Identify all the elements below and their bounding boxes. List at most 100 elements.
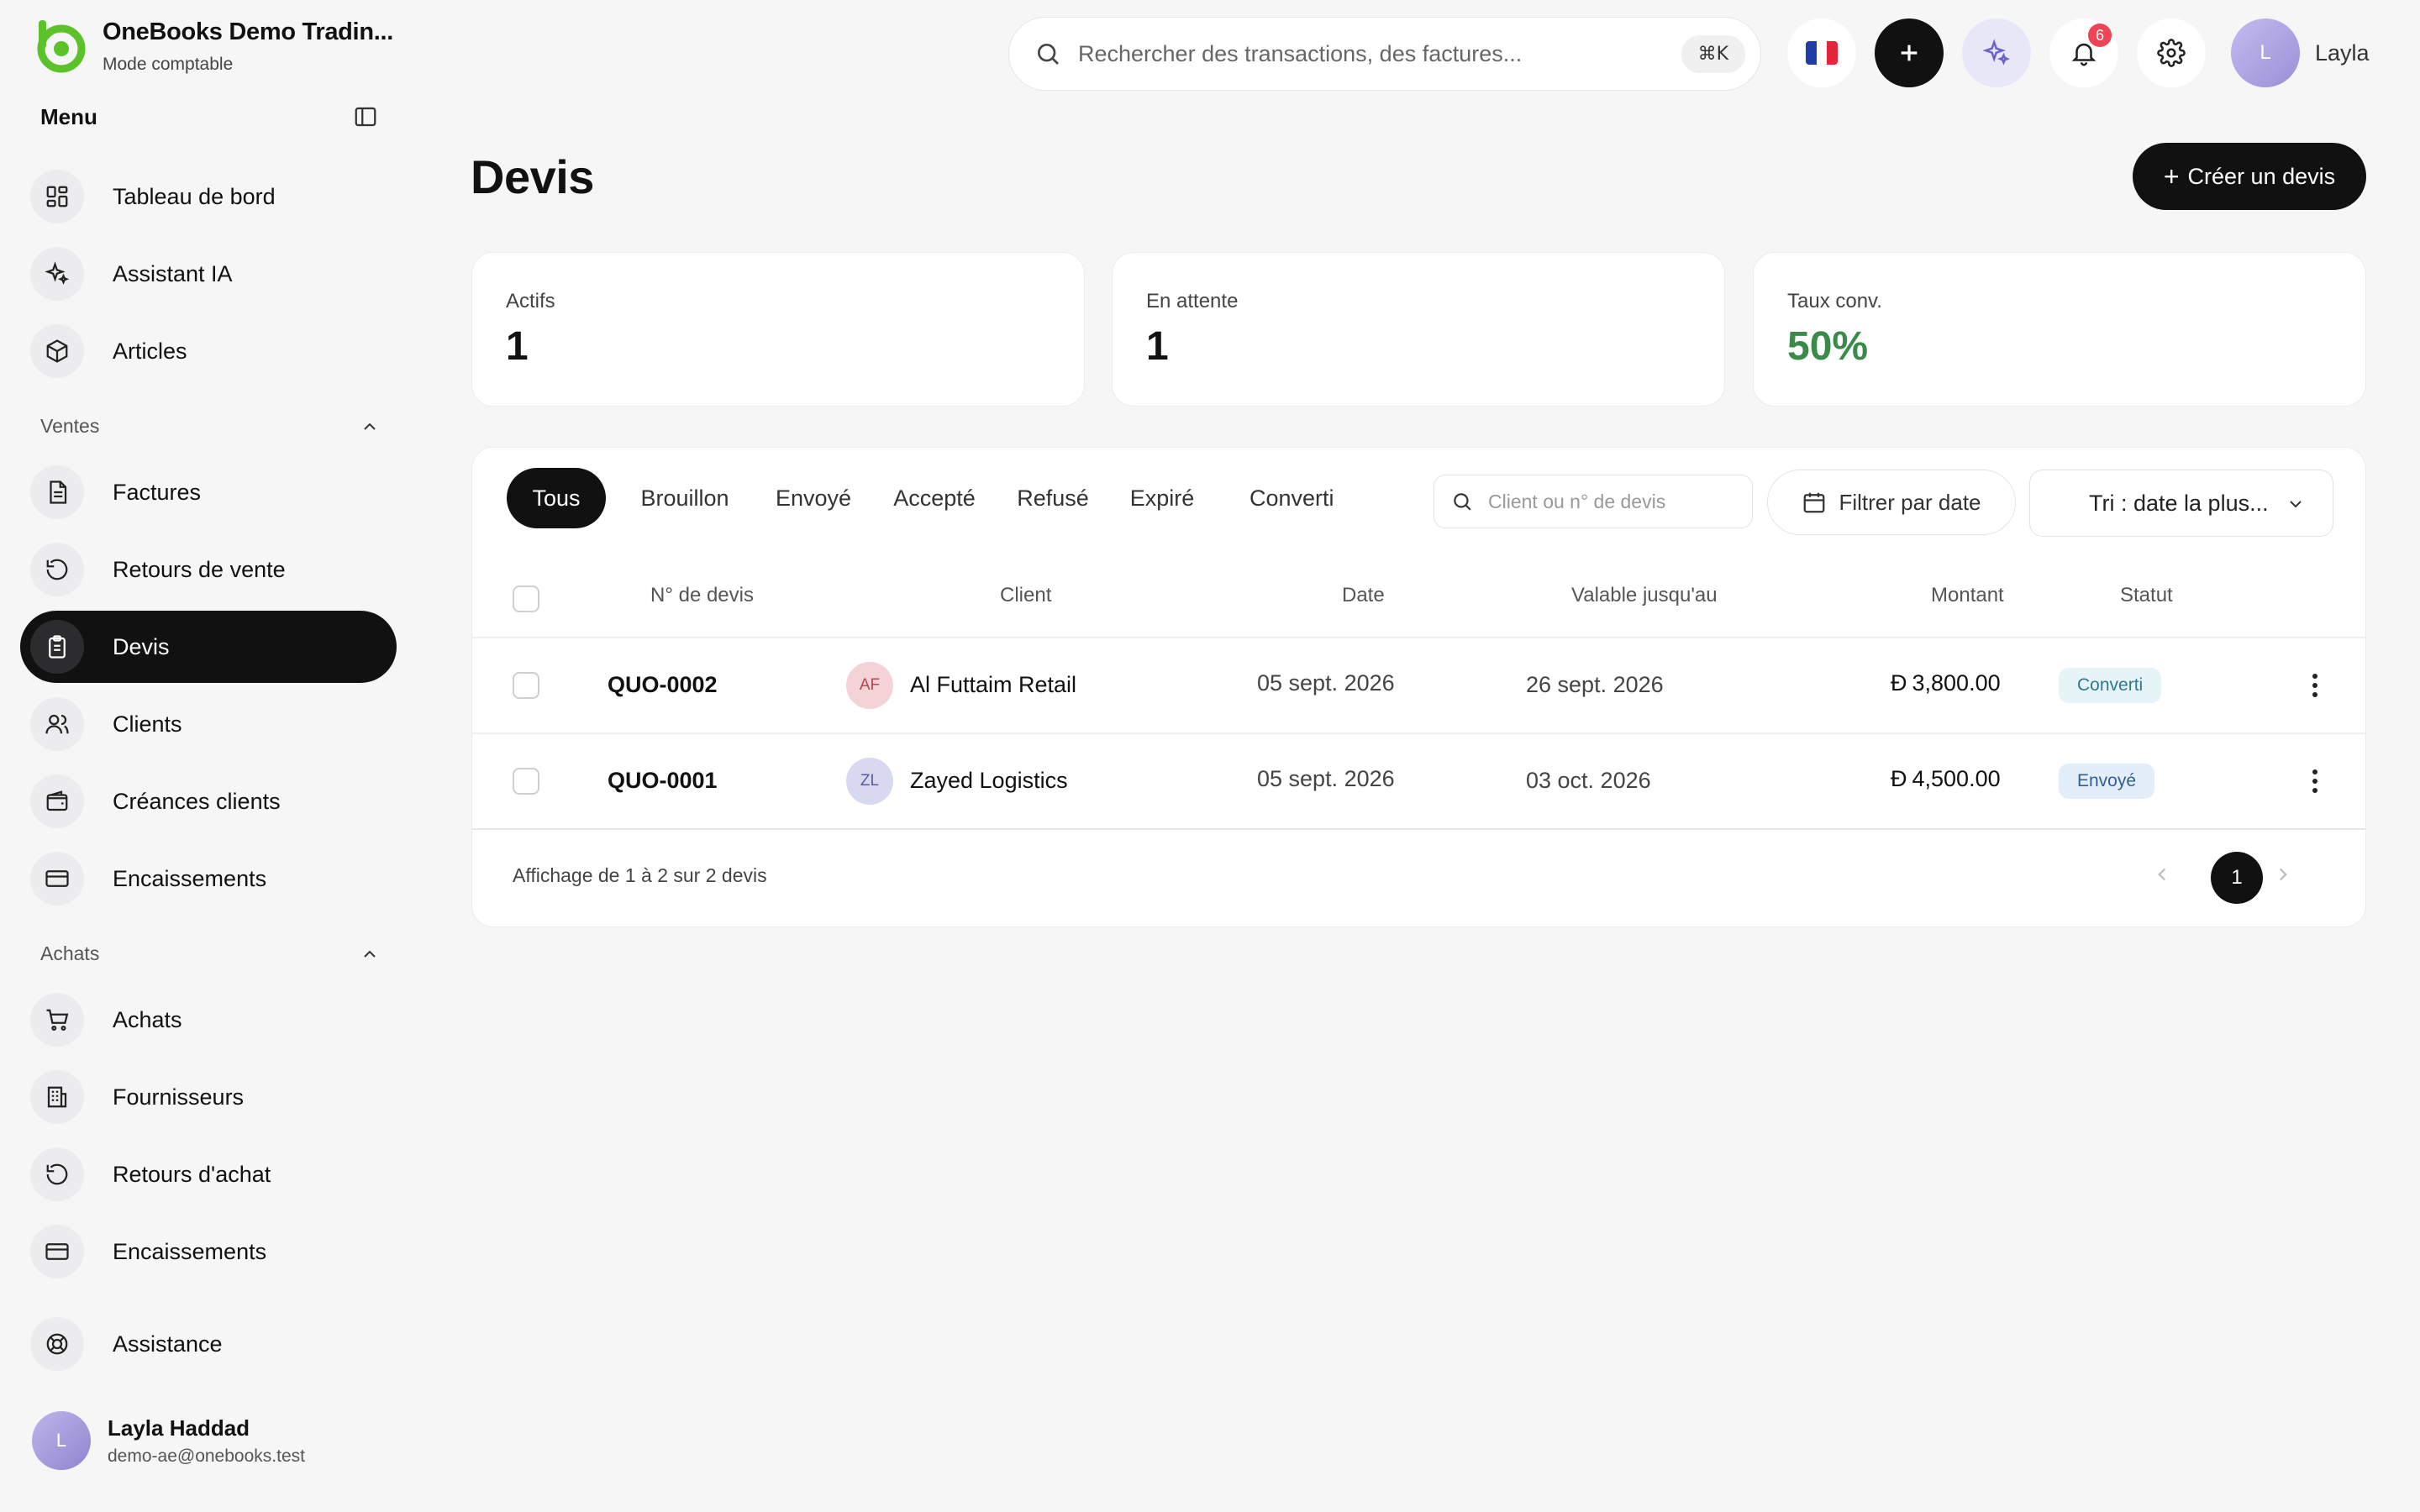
notifications-button[interactable]: 6 [2049, 18, 2118, 87]
sidebar-collapse-button[interactable] [351, 102, 380, 131]
sidebar-item-label: Assistant IA [113, 260, 233, 286]
cart-icon [46, 1009, 69, 1031]
sidebar-item-quotes[interactable]: Devis [20, 611, 397, 683]
column-header-valid-until[interactable]: Valable jusqu'au [1571, 584, 1718, 607]
ai-assistant-button[interactable] [1962, 18, 2031, 87]
sidebar-item-dashboard[interactable]: Tableau de bord [20, 160, 397, 233]
table-row[interactable]: QUO-0001 ZL Zayed Logistics 05 sept. 202… [472, 734, 2365, 828]
page-number-button[interactable]: 1 [2211, 852, 2263, 904]
tab-all[interactable]: Tous [507, 468, 606, 528]
brand[interactable]: OneBooks Demo Tradin... Mode comptable [32, 17, 393, 76]
avatar: L [2231, 18, 2300, 87]
tab-converted[interactable]: Converti [1224, 468, 1421, 528]
sidebar-toggle-icon [355, 107, 376, 127]
quote-valid-until: 26 sept. 2026 [1526, 672, 1664, 697]
chevron-up-icon [364, 423, 376, 430]
section-purchases-header[interactable]: Achats [40, 942, 380, 965]
sidebar-item-ai-assistant[interactable]: Assistant IA [20, 238, 397, 310]
dashboard-icon [46, 186, 68, 207]
sidebar-item-support[interactable]: Assistance [20, 1308, 397, 1380]
sidebar-item-label: Tableau de bord [113, 183, 276, 209]
user-menu-button[interactable]: L Layla [2231, 18, 2370, 87]
column-header-status[interactable]: Statut [2120, 584, 2173, 607]
stat-label: En attente [1146, 290, 1239, 312]
tab-expired[interactable]: Expiré [1117, 468, 1207, 528]
tab-draft[interactable]: Brouillon [623, 468, 747, 528]
clipboard-icon [49, 635, 66, 659]
previous-page-button[interactable] [2139, 851, 2186, 898]
language-button[interactable] [1787, 18, 1856, 87]
sidebar-item-articles[interactable]: Articles [20, 315, 397, 387]
quote-number[interactable]: QUO-0002 [608, 672, 718, 698]
currency-symbol: Đ [1891, 670, 1907, 696]
sidebar-item-receipts[interactable]: Encaissements [20, 843, 397, 915]
row-actions-button[interactable] [2302, 764, 2328, 798]
sidebar-item-purchases[interactable]: Achats [20, 984, 397, 1056]
sidebar-user-card[interactable]: L Layla Haddad demo-ae@onebooks.test [32, 1411, 305, 1470]
user-name: Layla Haddad [108, 1415, 250, 1441]
settings-button[interactable] [2137, 18, 2206, 87]
sidebar-item-payments[interactable]: Encaissements [20, 1215, 397, 1288]
status-badge: Envoyé [2059, 764, 2155, 799]
tab-sent[interactable]: Envoyé [764, 468, 863, 528]
table-row[interactable]: QUO-0002 AF Al Futtaim Retail 05 sept. 2… [472, 638, 2365, 732]
client-avatar: AF [846, 662, 893, 709]
sidebar-item-suppliers[interactable]: Fournisseurs [20, 1061, 397, 1133]
gear-icon [2157, 39, 2186, 67]
sidebar: OneBooks Demo Tradin... Mode comptable M… [0, 0, 412, 1512]
column-header-number[interactable]: N° de devis [650, 584, 754, 607]
sidebar-item-purchase-returns[interactable]: Retours d'achat [20, 1138, 397, 1210]
wallet-icon [46, 790, 68, 811]
stat-label: Taux conv. [1787, 290, 1882, 312]
select-all-checkbox[interactable] [513, 585, 539, 612]
create-quote-button[interactable]: + Créer un devis [2133, 143, 2366, 210]
column-header-amount[interactable]: Montant [1931, 584, 2004, 607]
next-page-button[interactable] [2260, 851, 2307, 898]
company-name: OneBooks Demo Tradin... [103, 18, 393, 45]
create-quote-label: Créer un devis [2187, 163, 2336, 189]
stat-label: Actifs [506, 290, 555, 312]
pagination-summary: Affichage de 1 à 2 sur 2 devis [513, 864, 767, 886]
sidebar-item-invoices[interactable]: Factures [20, 456, 397, 528]
tab-refused[interactable]: Refusé [1006, 468, 1100, 528]
quote-search-placeholder: Client ou n° de devis [1488, 490, 1666, 512]
sidebar-item-label: Encaissements [113, 865, 267, 891]
building-icon [47, 1086, 67, 1108]
divider [472, 828, 2365, 830]
sparkles-icon [1982, 39, 2010, 66]
sort-select[interactable]: Tri : date la plus... [2029, 470, 2333, 537]
status-badge: Converti [2059, 668, 2162, 703]
sidebar-item-label: Devis [113, 633, 170, 659]
plus-icon: + [2163, 160, 2180, 192]
date-filter-label: Filtrer par date [1839, 489, 1981, 515]
tab-accepted[interactable]: Accepté [880, 468, 989, 528]
row-actions-button[interactable] [2302, 669, 2328, 702]
french-flag-icon [1806, 41, 1838, 65]
global-search-input[interactable]: Rechercher des transactions, des facture… [1008, 17, 1761, 91]
row-checkbox[interactable] [513, 768, 539, 795]
plus-icon [1901, 45, 1918, 61]
user-email: demo-ae@onebooks.test [108, 1446, 305, 1466]
sidebar-item-label: Achats [113, 1006, 182, 1032]
stat-card-conversion-rate: Taux conv. 50% [1753, 252, 2366, 407]
quick-create-button[interactable] [1875, 18, 1944, 87]
menu-title: Menu [40, 103, 97, 129]
quote-search-input[interactable]: Client ou n° de devis [1434, 475, 1753, 528]
sidebar-item-label: Retours d'achat [113, 1161, 271, 1187]
section-sales-header[interactable]: Ventes [40, 415, 380, 438]
avatar: L [32, 1411, 91, 1470]
chevron-up-icon [364, 950, 376, 958]
stat-value: 50% [1787, 324, 1869, 369]
column-header-client[interactable]: Client [1000, 584, 1051, 607]
sidebar-item-sales-returns[interactable]: Retours de vente [20, 533, 397, 606]
stat-value: 1 [1146, 324, 1169, 369]
date-filter-button[interactable]: Filtrer par date [1767, 470, 2016, 535]
card-icon [45, 870, 69, 887]
row-checkbox[interactable] [513, 672, 539, 699]
section-title-sales: Ventes [40, 415, 100, 437]
sidebar-item-clients[interactable]: Clients [20, 688, 397, 760]
sidebar-item-label: Encaissements [113, 1238, 267, 1264]
quote-number[interactable]: QUO-0001 [608, 768, 718, 794]
sidebar-item-receivables[interactable]: Créances clients [20, 765, 397, 837]
column-header-date[interactable]: Date [1342, 584, 1385, 607]
